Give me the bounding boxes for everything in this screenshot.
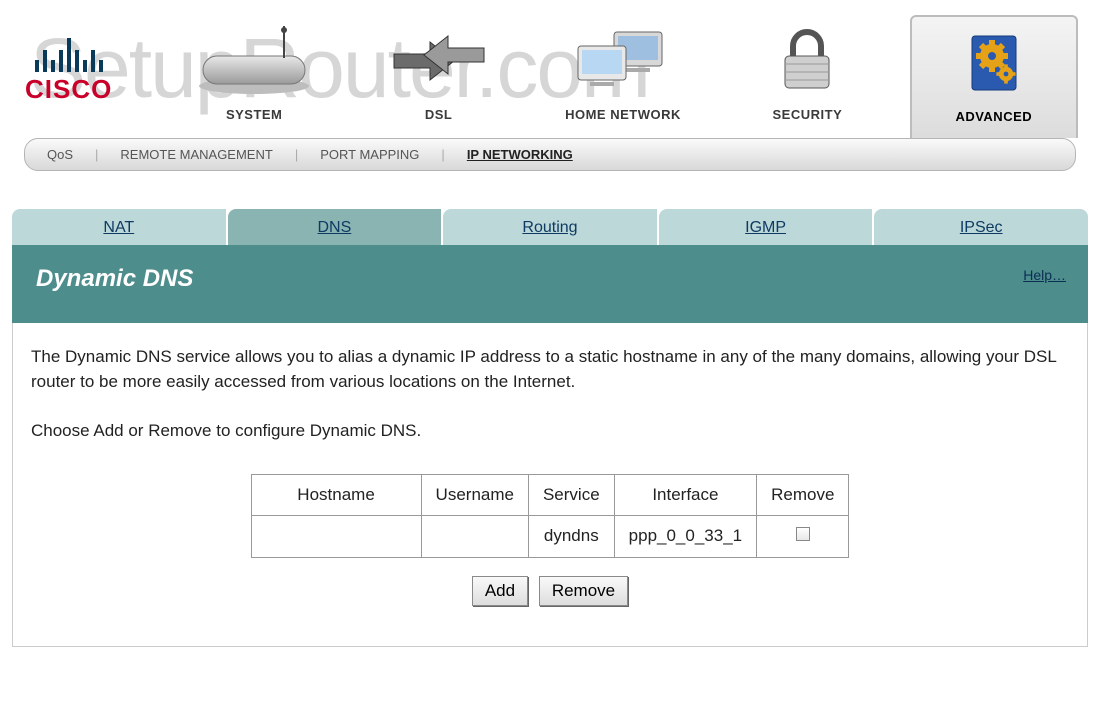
arrows-icon xyxy=(360,21,516,101)
remove-checkbox[interactable] xyxy=(796,527,810,541)
th-service: Service xyxy=(528,474,614,516)
nav-dsl[interactable]: DSL xyxy=(356,15,520,138)
cell-username xyxy=(421,516,528,558)
cell-remove xyxy=(757,516,849,558)
content-area: The Dynamic DNS service allows you to al… xyxy=(12,323,1088,647)
subnav-qos[interactable]: QoS xyxy=(39,147,81,162)
table-header-row: Hostname Username Service Interface Remo… xyxy=(251,474,849,516)
title-bar: Dynamic DNS Help… xyxy=(12,245,1088,323)
cell-service: dyndns xyxy=(528,516,614,558)
instruction-text: Choose Add or Remove to configure Dynami… xyxy=(31,419,1069,444)
add-button[interactable]: Add xyxy=(472,576,528,606)
tab-dns[interactable]: DNS xyxy=(228,209,444,245)
tab-nat[interactable]: NAT xyxy=(12,209,228,245)
subnav-port-mapping[interactable]: PORT MAPPING xyxy=(312,147,427,162)
nav-advanced[interactable]: ADVANCED xyxy=(910,15,1078,138)
computers-icon xyxy=(545,21,701,101)
th-hostname: Hostname xyxy=(251,474,421,516)
subnav-ip-networking[interactable]: IP NETWORKING xyxy=(459,147,581,162)
nav-system[interactable]: SYSTEM xyxy=(172,15,336,138)
th-username: Username xyxy=(421,474,528,516)
divider: | xyxy=(433,147,452,162)
cisco-logo: CISCO xyxy=(25,38,112,105)
nav-security[interactable]: SECURITY xyxy=(725,15,889,138)
cisco-bars-icon xyxy=(25,38,112,72)
router-icon xyxy=(176,21,332,101)
lock-icon xyxy=(729,21,885,101)
gears-icon xyxy=(916,23,1072,103)
remove-button[interactable]: Remove xyxy=(539,576,628,606)
nav-security-label: SECURITY xyxy=(729,101,885,132)
help-link[interactable]: Help… xyxy=(1023,267,1066,283)
nav-advanced-label: ADVANCED xyxy=(916,103,1072,134)
main-nav: SYSTEM DSL HOM xyxy=(172,15,1078,138)
nav-system-label: SYSTEM xyxy=(176,101,332,132)
page-title: Dynamic DNS xyxy=(36,265,1064,293)
subnav-remote-management[interactable]: REMOTE MANAGEMENT xyxy=(112,147,280,162)
cell-hostname xyxy=(251,516,421,558)
divider: | xyxy=(287,147,306,162)
th-interface: Interface xyxy=(614,474,756,516)
nav-dsl-label: DSL xyxy=(360,101,516,132)
tab-igmp[interactable]: IGMP xyxy=(659,209,875,245)
th-remove: Remove xyxy=(757,474,849,516)
nav-home-network[interactable]: HOME NETWORK xyxy=(541,15,705,138)
tab-row: NAT DNS Routing IGMP IPSec xyxy=(12,209,1088,245)
nav-home-network-label: HOME NETWORK xyxy=(545,101,701,132)
ddns-table: Hostname Username Service Interface Remo… xyxy=(251,474,850,558)
cell-interface: ppp_0_0_33_1 xyxy=(614,516,756,558)
button-row: Add Remove xyxy=(31,576,1069,606)
intro-text: The Dynamic DNS service allows you to al… xyxy=(31,345,1069,394)
table-row: dyndns ppp_0_0_33_1 xyxy=(251,516,849,558)
cisco-wordmark: CISCO xyxy=(25,74,112,105)
tab-routing[interactable]: Routing xyxy=(443,209,659,245)
sub-nav: QoS | REMOTE MANAGEMENT | PORT MAPPING |… xyxy=(24,138,1076,171)
divider: | xyxy=(87,147,106,162)
tab-ipsec[interactable]: IPSec xyxy=(874,209,1088,245)
